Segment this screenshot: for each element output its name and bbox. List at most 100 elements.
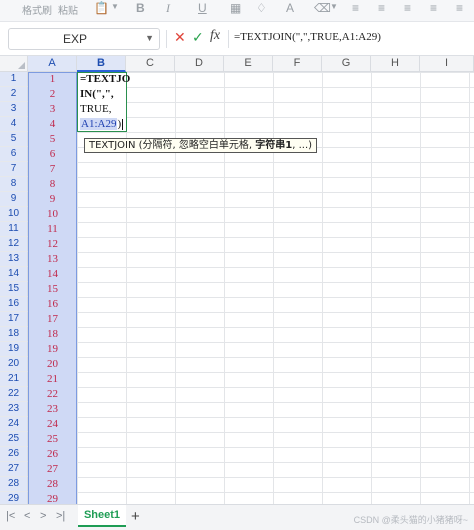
- paste-label[interactable]: 粘贴: [58, 2, 78, 17]
- cell-a[interactable]: 24: [28, 417, 77, 432]
- row-header[interactable]: 5: [0, 132, 28, 147]
- row-header[interactable]: 21: [0, 372, 28, 387]
- row-header[interactable]: 25: [0, 432, 28, 447]
- column-header-b[interactable]: B: [77, 56, 126, 72]
- row-header[interactable]: 16: [0, 297, 28, 312]
- row-header[interactable]: 15: [0, 282, 28, 297]
- formula-line-3: TRUE,: [80, 103, 112, 115]
- row-header[interactable]: 20: [0, 357, 28, 372]
- spreadsheet-grid[interactable]: A B C D E F G H I 1 2 3 4 5 6 7 8 9 10 11 12 13 14 15 1…: [0, 56, 474, 507]
- italic-icon[interactable]: I: [166, 1, 170, 16]
- row-header[interactable]: 22: [0, 387, 28, 402]
- cell-a[interactable]: 8: [28, 177, 77, 192]
- cell-a[interactable]: 7: [28, 162, 77, 177]
- sheet-tab-sheet1[interactable]: Sheet1: [78, 505, 126, 527]
- underline-icon[interactable]: U: [198, 1, 207, 15]
- cell-a[interactable]: 16: [28, 297, 77, 312]
- first-sheet-icon[interactable]: |<: [6, 510, 15, 522]
- chevron-down-icon[interactable]: ▼: [330, 2, 338, 11]
- row-header[interactable]: 1: [0, 72, 28, 87]
- cell-a[interactable]: 3: [28, 102, 77, 117]
- cancel-icon[interactable]: ✕: [174, 29, 186, 46]
- row-header[interactable]: 19: [0, 342, 28, 357]
- add-sheet-button[interactable]: +: [131, 508, 140, 525]
- row-header[interactable]: 27: [0, 462, 28, 477]
- clear-format-icon[interactable]: ⌫: [314, 1, 331, 15]
- row-header[interactable]: 6: [0, 147, 28, 162]
- cell-a[interactable]: 26: [28, 447, 77, 462]
- cell-a[interactable]: 2: [28, 87, 77, 102]
- cell-a[interactable]: 22: [28, 387, 77, 402]
- chevron-down-icon[interactable]: ▼: [145, 33, 154, 43]
- name-box[interactable]: EXP ▼: [8, 28, 160, 50]
- formula-line-1: =TEXTJO: [80, 73, 131, 85]
- justify-icon[interactable]: ≡: [430, 1, 437, 15]
- row-header[interactable]: 14: [0, 267, 28, 282]
- align-right-icon[interactable]: ≡: [404, 1, 411, 15]
- row-header[interactable]: 26: [0, 447, 28, 462]
- column-header-d[interactable]: D: [175, 56, 224, 72]
- clipboard-icon[interactable]: 📋: [94, 1, 109, 15]
- cell-a[interactable]: 11: [28, 222, 77, 237]
- cell-gridlines[interactable]: [28, 72, 474, 504]
- cell-a[interactable]: 12: [28, 237, 77, 252]
- distribute-icon[interactable]: ≡: [456, 1, 463, 15]
- cell-a[interactable]: 15: [28, 282, 77, 297]
- row-header[interactable]: 24: [0, 417, 28, 432]
- column-header-h[interactable]: H: [371, 56, 420, 72]
- fill-color-icon[interactable]: ♢: [256, 1, 267, 15]
- cell-a[interactable]: 14: [28, 267, 77, 282]
- insert-function-icon[interactable]: fx: [210, 28, 220, 44]
- border-icon[interactable]: ▦: [230, 1, 241, 15]
- cell-a[interactable]: 1: [28, 72, 77, 87]
- cell-a[interactable]: 20: [28, 357, 77, 372]
- cell-a[interactable]: 23: [28, 402, 77, 417]
- row-header[interactable]: 12: [0, 237, 28, 252]
- cell-a[interactable]: 9: [28, 192, 77, 207]
- row-header[interactable]: 17: [0, 312, 28, 327]
- row-header[interactable]: 2: [0, 87, 28, 102]
- column-header-a[interactable]: A: [28, 56, 77, 72]
- column-header-f[interactable]: F: [273, 56, 322, 72]
- cell-a[interactable]: 28: [28, 477, 77, 492]
- cell-a[interactable]: 13: [28, 252, 77, 267]
- row-header[interactable]: 13: [0, 252, 28, 267]
- function-tooltip: TEXTJOIN (分隔符, 忽略空白单元格, 字符串1, ...): [84, 138, 318, 153]
- column-header-e[interactable]: E: [224, 56, 273, 72]
- row-header[interactable]: 3: [0, 102, 28, 117]
- cell-a[interactable]: 10: [28, 207, 77, 222]
- next-sheet-icon[interactable]: >: [40, 510, 46, 522]
- format-painter-label[interactable]: 格式刷: [22, 2, 52, 17]
- bold-icon[interactable]: B: [136, 1, 145, 15]
- select-all-button[interactable]: [0, 56, 28, 72]
- column-header-g[interactable]: G: [322, 56, 371, 72]
- last-sheet-icon[interactable]: >|: [56, 510, 65, 522]
- row-header[interactable]: 10: [0, 207, 28, 222]
- cell-a[interactable]: 27: [28, 462, 77, 477]
- cell-a[interactable]: 18: [28, 327, 77, 342]
- row-header[interactable]: 9: [0, 192, 28, 207]
- column-header-c[interactable]: C: [126, 56, 175, 72]
- cell-a[interactable]: 19: [28, 342, 77, 357]
- row-header[interactable]: 18: [0, 327, 28, 342]
- row-header[interactable]: 11: [0, 222, 28, 237]
- font-color-icon[interactable]: A: [286, 1, 294, 15]
- cell-a[interactable]: 17: [28, 312, 77, 327]
- row-header[interactable]: 23: [0, 402, 28, 417]
- row-header[interactable]: 28: [0, 477, 28, 492]
- cell-a[interactable]: 6: [28, 147, 77, 162]
- column-header-i[interactable]: I: [420, 56, 474, 72]
- align-left-icon[interactable]: ≡: [352, 1, 359, 15]
- row-header[interactable]: 4: [0, 117, 28, 132]
- formula-input[interactable]: =TEXTJOIN(",",TRUE,A1:A29): [234, 31, 381, 43]
- prev-sheet-icon[interactable]: <: [24, 510, 30, 522]
- cell-a[interactable]: 21: [28, 372, 77, 387]
- confirm-icon[interactable]: ✓: [192, 29, 204, 46]
- row-header[interactable]: 8: [0, 177, 28, 192]
- align-center-icon[interactable]: ≡: [378, 1, 385, 15]
- cell-a[interactable]: 5: [28, 132, 77, 147]
- cell-a[interactable]: 25: [28, 432, 77, 447]
- chevron-down-icon[interactable]: ▼: [111, 2, 119, 11]
- cell-a[interactable]: 4: [28, 117, 77, 132]
- row-header[interactable]: 7: [0, 162, 28, 177]
